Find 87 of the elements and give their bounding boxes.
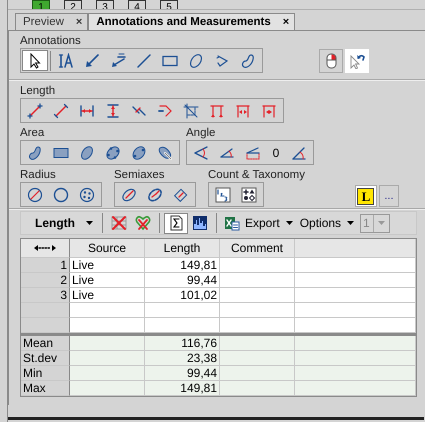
- caret-icon: [284, 219, 294, 227]
- table-cell: Live: [70, 288, 145, 303]
- page-dropdown: 1: [360, 214, 390, 232]
- tab-label[interactable]: Preview: [23, 16, 64, 28]
- group-label: Count & Taxonomy: [208, 168, 305, 182]
- export-button[interactable]: Export: [221, 215, 297, 231]
- circle-radius-icon: [27, 186, 43, 202]
- angle-icon: [193, 144, 209, 160]
- tool-button[interactable]: [22, 50, 48, 71]
- angle-arc-icon: [291, 144, 307, 160]
- close-button[interactable]: ×: [282, 16, 290, 28]
- taxonomy-icon: [241, 186, 257, 202]
- resize-arrows-icon: [33, 244, 57, 252]
- ellipse-points-icon: [105, 144, 121, 160]
- column-header[interactable]: Comment: [220, 239, 295, 258]
- line-icon: [136, 52, 152, 68]
- caret-icon: [85, 219, 94, 227]
- vertical-pair-icon: [209, 102, 225, 118]
- measurement-dropdown[interactable]: Length: [23, 216, 98, 230]
- rectangle-axis-icon: [173, 186, 189, 202]
- spreadsheet-icon: [224, 215, 240, 231]
- sigma-icon: [168, 215, 184, 231]
- stat-label: Mean: [21, 336, 70, 351]
- ellipse-axis-icon: [147, 186, 163, 202]
- vertical-distance-icon: [105, 102, 121, 118]
- group-label: Angle: [186, 126, 216, 140]
- caret-icon: [376, 219, 386, 227]
- polyline-distance-icon: [157, 102, 173, 118]
- column-header[interactable]: Length: [145, 239, 220, 258]
- text-tool-icon: [58, 52, 74, 68]
- angle-value: 0: [272, 146, 280, 160]
- table-cell: 101,02: [145, 288, 220, 303]
- polygon-icon: [214, 52, 230, 68]
- labeled-arrow-icon: [110, 52, 126, 68]
- group-label: Semiaxes: [114, 168, 166, 182]
- group-label: Area: [20, 126, 46, 140]
- stat-label: St.dev: [21, 351, 70, 366]
- circle-dots-icon: [79, 186, 95, 202]
- stat-value: 149,81: [145, 381, 220, 396]
- row-number: 2: [21, 273, 70, 288]
- row-number: 3: [21, 288, 70, 303]
- line-segment-icon: [53, 102, 69, 118]
- table-cell: 149,81: [145, 258, 220, 273]
- circle-icon: [53, 186, 69, 202]
- group-label: Radius: [20, 168, 57, 182]
- freehand-icon: [240, 52, 256, 68]
- legend-button[interactable]: L: [354, 185, 377, 207]
- blob-region-icon: [27, 144, 43, 160]
- tool-button[interactable]: [319, 48, 343, 72]
- more-button[interactable]: ...: [378, 185, 399, 207]
- options-button[interactable]: Options: [296, 216, 358, 230]
- document-tab[interactable]: Preview ×: [15, 13, 88, 30]
- horizontal-pair-icon: [235, 102, 251, 118]
- ellipse-icon: [188, 52, 204, 68]
- arrow-icon: [84, 52, 100, 68]
- horizontal-distance-icon: [79, 102, 95, 118]
- header-cell[interactable]: [21, 239, 70, 258]
- stat-label: Min: [21, 366, 70, 381]
- stat-value: 99,44: [145, 366, 220, 381]
- magic-wand-region-icon: [157, 144, 173, 160]
- caret-icon: [346, 219, 356, 227]
- stat-label: Max: [21, 381, 70, 396]
- column-header[interactable]: Source: [70, 239, 145, 258]
- ellipse-axis-icon: [121, 186, 137, 202]
- angle-rectangle-icon: [245, 144, 261, 160]
- table-cell: Live: [70, 258, 145, 273]
- group-label: Annotations: [20, 34, 82, 48]
- ellipse-points-icon: [131, 144, 147, 160]
- stat-value: 23,38: [145, 351, 220, 366]
- tab-label[interactable]: Annotations and Measurements: [96, 16, 271, 28]
- group-label: Length: [20, 84, 56, 98]
- heart-delete-icon: [135, 215, 151, 231]
- table-cell: 99,44: [145, 273, 220, 288]
- document-tab[interactable]: Annotations and Measurements ×: [88, 13, 296, 30]
- ellipse-region-icon: [79, 144, 95, 160]
- row-number: 1: [21, 258, 70, 273]
- table-cell: Live: [70, 273, 145, 288]
- close-button[interactable]: ×: [76, 16, 82, 28]
- point-line-icon: [27, 102, 43, 118]
- tool-button[interactable]: [164, 212, 188, 234]
- double-caliper-icon: [261, 102, 277, 118]
- histogram-icon: [192, 215, 208, 231]
- counter-icon: [215, 186, 231, 202]
- stat-value: 116,76: [145, 336, 220, 351]
- perpendicular-distance-icon: [183, 102, 199, 118]
- pointer-undo-icon: [349, 52, 365, 68]
- table-delete-icon: [111, 215, 127, 231]
